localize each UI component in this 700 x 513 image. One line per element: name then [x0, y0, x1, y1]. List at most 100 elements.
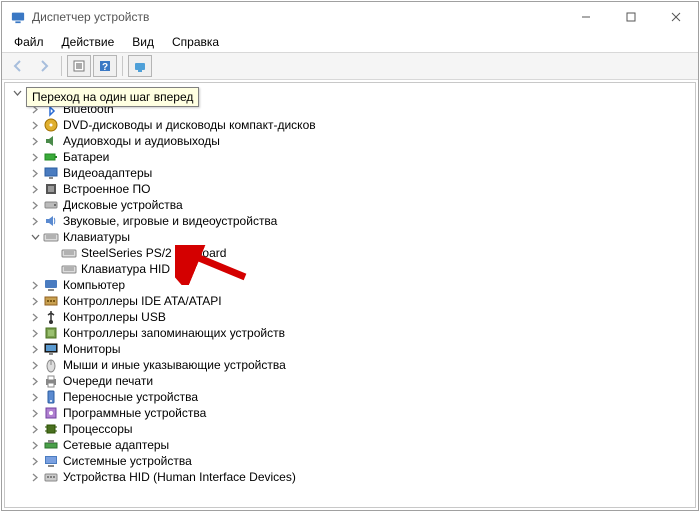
- ide-icon: [43, 293, 59, 309]
- audio-icon: [43, 133, 59, 149]
- collapse-icon[interactable]: [29, 231, 41, 243]
- tree-category-label: Батареи: [63, 149, 109, 165]
- maximize-button[interactable]: [608, 3, 653, 32]
- tree-category[interactable]: DVD-дисководы и дисководы компакт-дисков: [7, 117, 695, 133]
- titlebar: Диспетчер устройств: [2, 2, 698, 32]
- keyboard-icon: [43, 229, 59, 245]
- tree-category[interactable]: Встроенное ПО: [7, 181, 695, 197]
- tree-category[interactable]: Видеоадаптеры: [7, 165, 695, 181]
- keyboard-icon: [61, 261, 77, 277]
- tree-category[interactable]: Дисковые устройства: [7, 197, 695, 213]
- expand-icon[interactable]: [29, 343, 41, 355]
- menu-help[interactable]: Справка: [164, 33, 227, 51]
- expand-icon[interactable]: [29, 151, 41, 163]
- cpu-icon: [43, 421, 59, 437]
- expand-icon[interactable]: [29, 183, 41, 195]
- window-title: Диспетчер устройств: [32, 10, 149, 24]
- expand-icon[interactable]: [29, 135, 41, 147]
- computer-icon: [43, 277, 59, 293]
- expand-icon[interactable]: [29, 295, 41, 307]
- expand-icon[interactable]: [29, 327, 41, 339]
- tree-category[interactable]: Компьютер: [7, 277, 695, 293]
- scan-button[interactable]: [128, 55, 152, 77]
- svg-text:?: ?: [102, 62, 108, 73]
- expand-icon[interactable]: [29, 455, 41, 467]
- expand-icon[interactable]: [29, 199, 41, 211]
- tree-category[interactable]: Контроллеры запоминающих устройств: [7, 325, 695, 341]
- tree-category[interactable]: Очереди печати: [7, 373, 695, 389]
- properties-button[interactable]: [67, 55, 91, 77]
- expand-icon[interactable]: [29, 407, 41, 419]
- tree-category[interactable]: Программные устройства: [7, 405, 695, 421]
- device-tree[interactable]: BluetoothDVD-дисководы и дисководы компа…: [5, 83, 695, 489]
- expand-icon[interactable]: [29, 439, 41, 451]
- toolbar: ?: [2, 52, 698, 80]
- expand-icon[interactable]: [29, 391, 41, 403]
- menu-view[interactable]: Вид: [124, 33, 162, 51]
- tree-category[interactable]: Клавиатуры: [7, 229, 695, 245]
- forward-button[interactable]: [32, 55, 56, 77]
- menu-file[interactable]: Файл: [6, 33, 52, 51]
- tree-category-label: Сетевые адаптеры: [63, 437, 169, 453]
- help-button[interactable]: ?: [93, 55, 117, 77]
- expand-icon[interactable]: [29, 215, 41, 227]
- tooltip: Переход на один шаг вперед: [26, 87, 199, 107]
- tree-category[interactable]: Системные устройства: [7, 453, 695, 469]
- tree-category-label: Мониторы: [63, 341, 120, 357]
- hid-icon: [43, 469, 59, 485]
- menubar: Файл Действие Вид Справка: [2, 32, 698, 52]
- tree-category-label: Переносные устройства: [63, 389, 198, 405]
- expand-icon[interactable]: [29, 311, 41, 323]
- network-icon: [43, 437, 59, 453]
- tree-category[interactable]: Мыши и иные указывающие устройства: [7, 357, 695, 373]
- device-manager-window: Диспетчер устройств Файл Действие Вид Сп…: [1, 1, 699, 511]
- tree-category-label: Программные устройства: [63, 405, 206, 421]
- expand-icon[interactable]: [29, 359, 41, 371]
- keyboard-icon: [61, 245, 77, 261]
- disc-icon: [43, 117, 59, 133]
- tree-category[interactable]: Батареи: [7, 149, 695, 165]
- sound-icon: [43, 213, 59, 229]
- close-button[interactable]: [653, 3, 698, 32]
- tree-category-label: Устройства HID (Human Interface Devices): [63, 469, 296, 485]
- usb-icon: [43, 309, 59, 325]
- expand-icon[interactable]: [29, 375, 41, 387]
- minimize-button[interactable]: [563, 3, 608, 32]
- tree-category-label: Звуковые, игровые и видеоустройства: [63, 213, 277, 229]
- expand-icon[interactable]: [29, 471, 41, 483]
- monitor-icon: [43, 341, 59, 357]
- tree-category-label: Системные устройства: [63, 453, 192, 469]
- tree-category[interactable]: Аудиовходы и аудиовыходы: [7, 133, 695, 149]
- menu-action[interactable]: Действие: [54, 33, 123, 51]
- tree-category-label: Мыши и иные указывающие устройства: [63, 357, 286, 373]
- system-icon: [43, 453, 59, 469]
- tree-item-label: Клавиатура HID: [81, 261, 170, 277]
- drive-icon: [43, 197, 59, 213]
- toolbar-separator: [122, 56, 123, 76]
- expand-icon[interactable]: [29, 279, 41, 291]
- mouse-icon: [43, 357, 59, 373]
- tree-item[interactable]: SteelSeries PS/2 Keyboard: [7, 245, 695, 261]
- tree-category-label: Контроллеры запоминающих устройств: [63, 325, 285, 341]
- tree-category[interactable]: Контроллеры USB: [7, 309, 695, 325]
- app-icon: [10, 9, 26, 25]
- tree-item-label: SteelSeries PS/2 Keyboard: [81, 245, 226, 261]
- back-button[interactable]: [6, 55, 30, 77]
- collapse-icon[interactable]: [11, 87, 23, 99]
- tree-category[interactable]: Контроллеры IDE ATA/ATAPI: [7, 293, 695, 309]
- tree-category[interactable]: Звуковые, игровые и видеоустройства: [7, 213, 695, 229]
- tree-category[interactable]: Процессоры: [7, 421, 695, 437]
- expand-icon[interactable]: [29, 423, 41, 435]
- tree-category-label: Контроллеры IDE ATA/ATAPI: [63, 293, 222, 309]
- tree-category[interactable]: Устройства HID (Human Interface Devices): [7, 469, 695, 485]
- display-icon: [43, 165, 59, 181]
- tree-item[interactable]: Клавиатура HID: [7, 261, 695, 277]
- expand-icon[interactable]: [29, 119, 41, 131]
- expand-icon[interactable]: [29, 167, 41, 179]
- tree-category-label: Процессоры: [63, 421, 133, 437]
- tree-category-label: Аудиовходы и аудиовыходы: [63, 133, 220, 149]
- tree-category[interactable]: Сетевые адаптеры: [7, 437, 695, 453]
- tree-category[interactable]: Переносные устройства: [7, 389, 695, 405]
- tree-category[interactable]: Мониторы: [7, 341, 695, 357]
- battery-icon: [43, 149, 59, 165]
